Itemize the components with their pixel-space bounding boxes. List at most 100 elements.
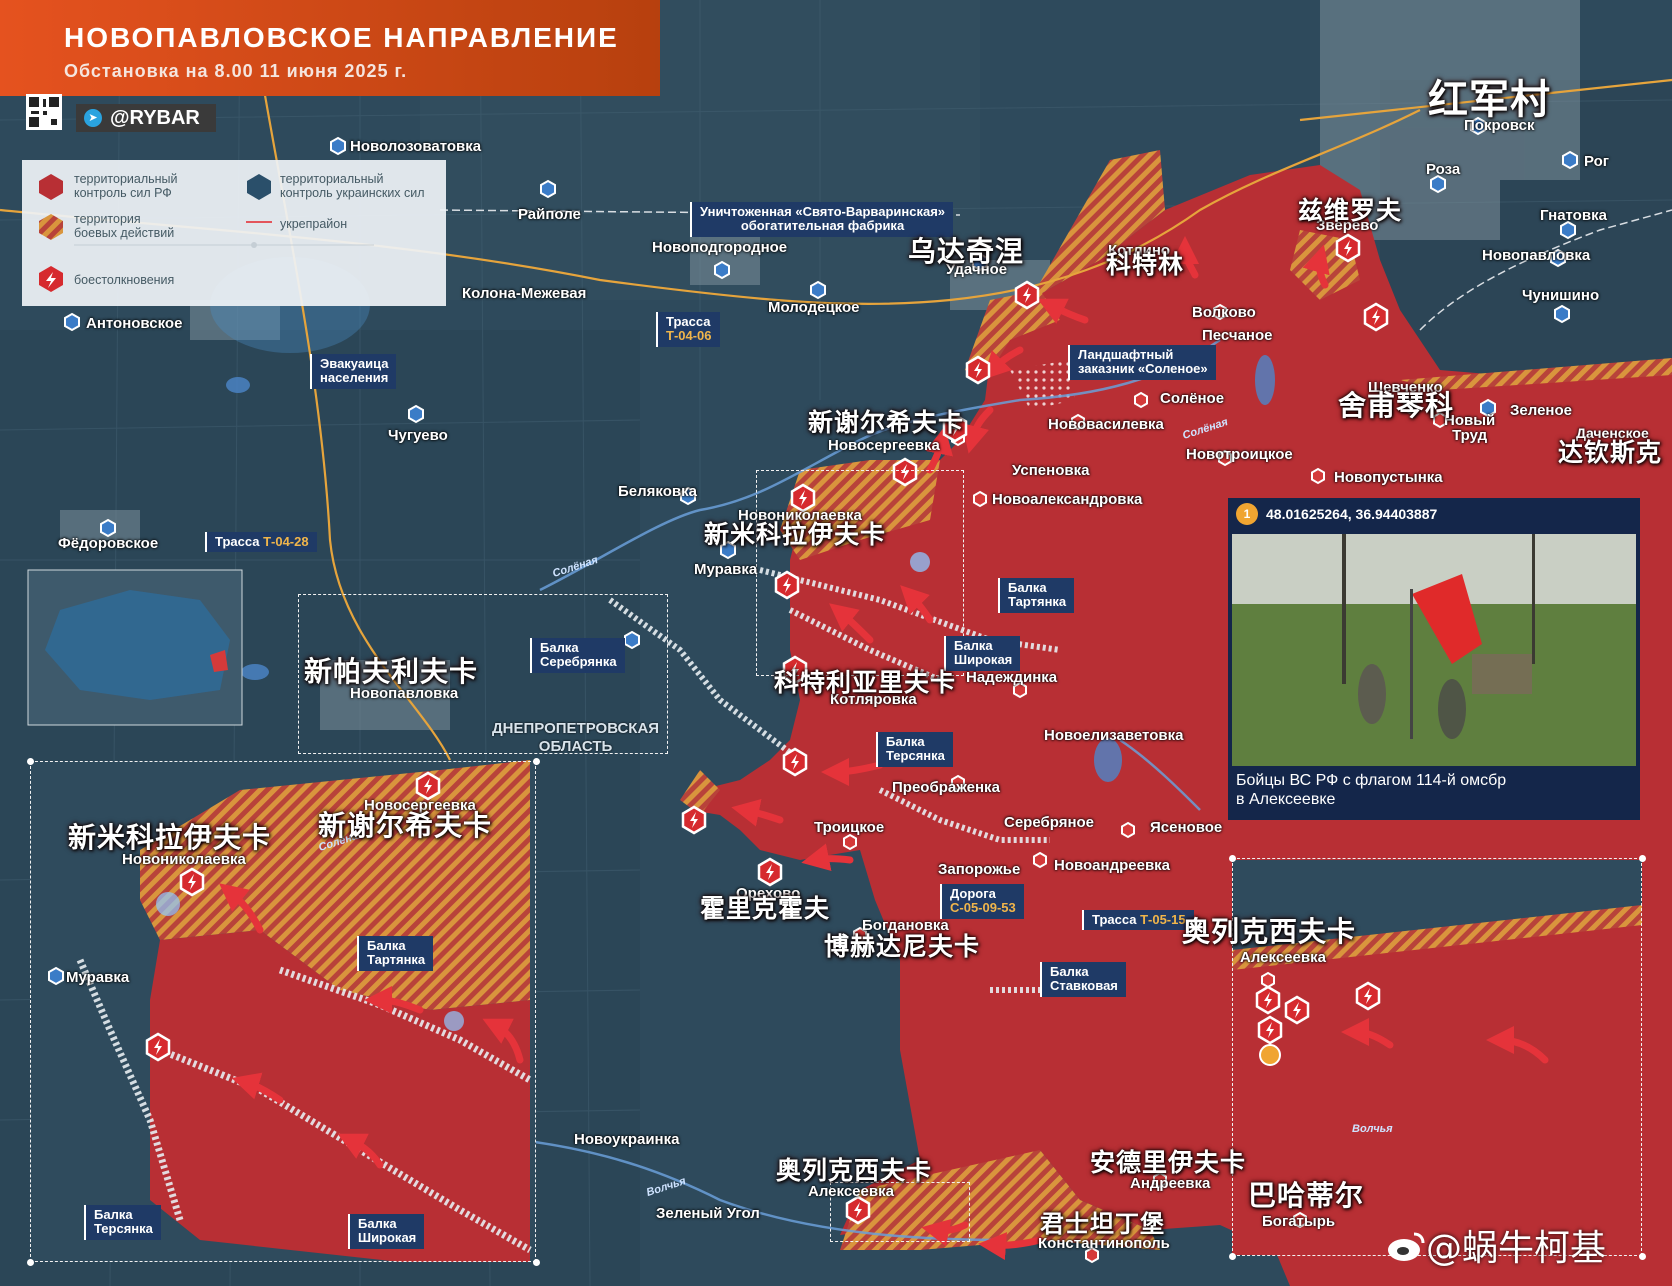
place-novoelizavetovka: Новоелизаветовка <box>1044 727 1184 744</box>
cn-label-bogdanovka: 博赫达尼夫卡 <box>824 932 981 961</box>
photo-caption: Бойцы ВС РФ с флагом 114-й омсбр в Алекс… <box>1236 772 1507 809</box>
place-peschanoe: Песчаное <box>1202 327 1273 344</box>
place-roza: Роза <box>1426 161 1461 178</box>
combat-zone-swatch <box>39 214 63 240</box>
place-fedorovskoe: Фёдоровское <box>58 535 159 552</box>
telegram-icon: ➤ <box>84 109 102 127</box>
label-balka-stavkovaya: Балка Ставковая <box>1040 962 1126 997</box>
place-novopustynka: Новопустынка <box>1334 469 1443 486</box>
legend-ua-control: территориальный контроль украинских сил <box>280 172 425 201</box>
region-label: ДНЕПРОПЕТРОВСКАЯ ОБЛАСТЬ <box>492 720 660 755</box>
route-t0406-prefix: Трасса <box>666 314 711 329</box>
map-subtitle: Обстановка на 8.00 11 июня 2025 г. <box>64 61 408 81</box>
route-t0428-prefix: Трасса <box>215 534 264 549</box>
legend-fortifications: укрепрайон <box>280 217 348 231</box>
label-route-t0406: Трасса Т-04-06 <box>656 312 720 347</box>
place-chuguevo: Чугуево <box>388 427 448 444</box>
cn-label-novosergeevka-inset: 新谢尔希夫卡 <box>318 809 493 842</box>
place-nadezhdinka: Надеждинка <box>966 669 1058 686</box>
place-kolona-mezhevaya: Колона-Межевая <box>462 285 587 302</box>
route-t0515-code: Т-05-15 <box>1140 912 1186 927</box>
place-raipole: Райполе <box>518 206 581 223</box>
place-uspenovka: Успеновка <box>1012 462 1090 479</box>
photo-panel[interactable]: 1 48.01625264, 36.94403887 Бойцы ВС РФ с… <box>1228 498 1640 820</box>
qr-code-icon[interactable] <box>26 94 62 130</box>
cn-label-bogatyr: 巴哈蒂尔 <box>1248 1179 1365 1212</box>
place-muravka: Муравка <box>694 561 758 578</box>
place-novotroitskoe: Новотроицкое <box>1186 446 1293 463</box>
legend-divider <box>74 242 374 248</box>
road-prefix: Дорога <box>950 886 996 901</box>
cn-label-kotlyarovka: 科特利亚里夫卡 <box>774 668 957 697</box>
place-zaporozhe: Запорожье <box>938 861 1021 878</box>
legend-ru-control: территориальный контроль сил РФ <box>74 172 178 201</box>
place-preobrazhenka: Преображенка <box>892 779 1000 796</box>
watermark: @蜗牛柯基 <box>1386 1228 1606 1267</box>
label-balka-shirokaya: Балка Широкая <box>944 636 1021 671</box>
route-t0515-prefix: Трасса <box>1092 912 1141 927</box>
ua-control-swatch <box>247 174 271 200</box>
place-zeleny-ugol: Зеленый Угол <box>656 1205 760 1222</box>
place-belyakovka: Беляковка <box>618 483 697 500</box>
place-andreevka: Андреевка <box>1130 1175 1211 1192</box>
place-yasenovoe: Ясеновое <box>1150 819 1223 836</box>
place-volkovo: Волково <box>1192 304 1256 321</box>
label-balka-tartyanka: Балка Тартянка <box>998 578 1075 613</box>
label-route-t0428: Трасса Т-04-28 <box>205 532 317 553</box>
place-novosergeevka: Новосергеевка <box>828 437 940 454</box>
photo-number-badge: 1 <box>1236 503 1258 525</box>
label-evacuation: Эвакуаица населения <box>310 354 397 389</box>
cn-label-zverevo: 兹维罗夫 <box>1298 196 1403 225</box>
place-antonovskoe: Антоновское <box>86 315 183 332</box>
place-zelenoe: Зеленое <box>1510 402 1572 419</box>
label-balka-tersyanka: Балка Терсянка <box>876 732 953 767</box>
label-balka-serebryanka: Балка Серебрянка <box>530 638 625 673</box>
legend-combat-zone: территория боевых действий <box>74 212 175 241</box>
place-bogatyr: Богатырь <box>1262 1213 1336 1230</box>
cn-label-pokrovsk: 红军村 <box>1428 76 1551 123</box>
place-konstantinopol: Константинополь <box>1038 1235 1170 1252</box>
route-t0428-code: Т-04-28 <box>263 534 309 549</box>
watermark-text: @蜗牛柯基 <box>1426 1228 1607 1269</box>
inset-river-label-volcha: Волчья <box>1352 1123 1393 1135</box>
cn-label-alekseevka-inset: 奥列克西夫卡 <box>1182 915 1357 948</box>
label-route-t0515: Трасса Т-05-15 <box>1082 910 1194 931</box>
inset-place-novonikolaevka: Новониколаевка <box>122 851 246 868</box>
photo-image <box>1232 534 1636 766</box>
inset-label-balka-tartyanka: Балка Тартянка <box>357 936 434 971</box>
weibo-icon <box>1388 1232 1425 1261</box>
place-solenoe: Солёное <box>1160 390 1225 407</box>
photo-coordinates: 48.01625264, 36.94403887 <box>1266 506 1438 522</box>
place-gnatovka: Гнатовка <box>1540 207 1607 224</box>
brand-badge[interactable]: ➤ @RYBAR <box>76 104 216 132</box>
place-novoandreevka: Новоандреевка <box>1054 857 1171 874</box>
inset-place-muravka: Муравка <box>66 969 130 986</box>
inset-label-balka-tersyanka: Балка Терсянка <box>84 1205 161 1240</box>
place-novovasilevka: Нововасилевка <box>1048 416 1164 433</box>
cn-label-dachenskoe: 达钦斯克 <box>1558 438 1663 467</box>
place-molodetskoe: Молодецкое <box>768 299 860 316</box>
place-novolozovatovka: Новолозоватовка <box>350 138 482 155</box>
place-rog: Рог <box>1584 153 1610 170</box>
place-bogdanovka: Богдановка <box>862 917 949 934</box>
inset-label-balka-shirokaya: Балка Широкая <box>348 1214 425 1249</box>
label-solenoe-reserve: Ландшафтный заказник «Соленое» <box>1068 345 1216 380</box>
cn-label-alekseevka: 奥列克西夫卡 <box>776 1156 933 1185</box>
place-alekseevka: Алексеевка <box>808 1183 894 1200</box>
map-title: НОВОПАВЛОВСКОЕ НАПРАВЛЕНИЕ <box>64 22 619 53</box>
place-serebryanoe: Серебряное <box>1004 814 1095 831</box>
cn-label-konstantinopol: 君士坦丁堡 <box>1040 1209 1165 1238</box>
place-novopavlovka-north: Новопавловка <box>1482 247 1591 264</box>
legend-panel: территориальный контроль сил РФ территор… <box>22 160 446 306</box>
cn-label-novosergeevka: 新谢尔希夫卡 <box>808 408 965 437</box>
label-destroyed-factory: Уничтоженная «Свято-Варваринская» обогат… <box>690 202 954 237</box>
place-novopodgorodnoe: Новоподгородное <box>652 239 788 256</box>
cn-label-udachnoe: 乌达奇涅 <box>908 235 1025 268</box>
cn-label-novopavlovka: 新帕夫利夫卡 <box>304 655 479 688</box>
legend-clashes: боестолкновения <box>74 273 175 287</box>
inset-place-alekseevka: Алексеевка <box>1240 949 1326 966</box>
cn-label-orekhovo: 霍里克霍夫 <box>700 894 831 923</box>
brand-label: @RYBAR <box>110 107 200 129</box>
place-novoaleksandrovka: Новоалександровка <box>992 491 1143 508</box>
road-code: С-05-09-53 <box>950 900 1016 916</box>
